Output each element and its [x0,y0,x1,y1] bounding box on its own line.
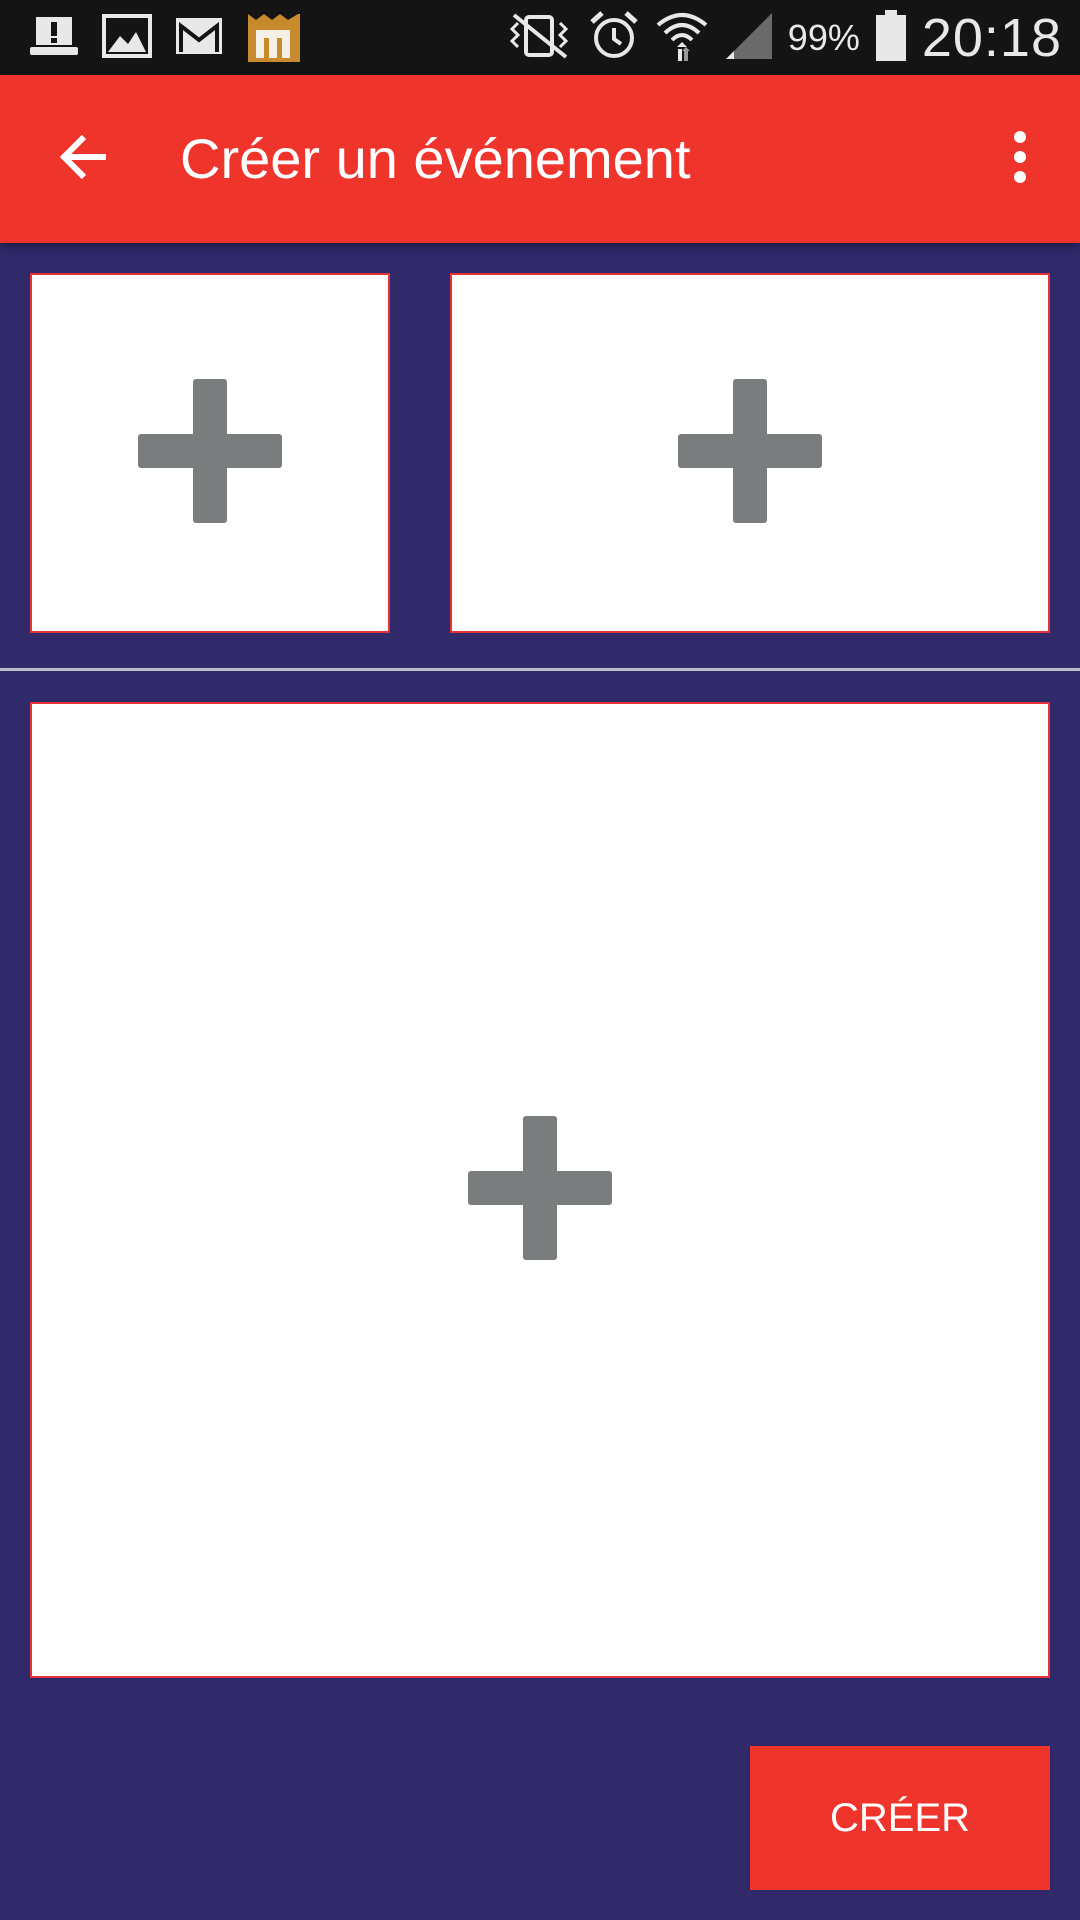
image-icon [102,13,152,63]
create-button[interactable]: CRÉER [750,1746,1050,1890]
wifi-icon [654,9,710,68]
status-notifications [28,7,302,69]
gmail-icon [174,16,224,61]
add-image-slot-main[interactable] [30,702,1050,1678]
page-title: Créer un événement [180,127,691,190]
app-bar: Créer un événement [0,75,1080,243]
alert-icon [28,13,80,64]
overflow-menu-button[interactable] [990,119,1050,199]
status-system: 99% 20:18 [504,6,1062,70]
arrow-back-icon [56,129,112,190]
status-time: 20:18 [921,8,1062,68]
add-icon [468,1115,612,1265]
vibrate-off-icon [504,11,574,66]
battery-percent: 99% [787,17,860,58]
add-icon [138,378,282,528]
back-button[interactable] [44,119,124,199]
app-m-icon [246,7,302,69]
status-bar: 99% 20:18 [0,0,1080,75]
add-icon [678,378,822,528]
alarm-icon [588,10,640,67]
signal-icon [724,11,774,66]
divider [0,668,1080,671]
battery-icon [874,9,908,67]
add-image-slot-2[interactable] [450,273,1050,633]
add-image-slot-1[interactable] [30,273,390,633]
more-vert-icon [1012,130,1028,188]
